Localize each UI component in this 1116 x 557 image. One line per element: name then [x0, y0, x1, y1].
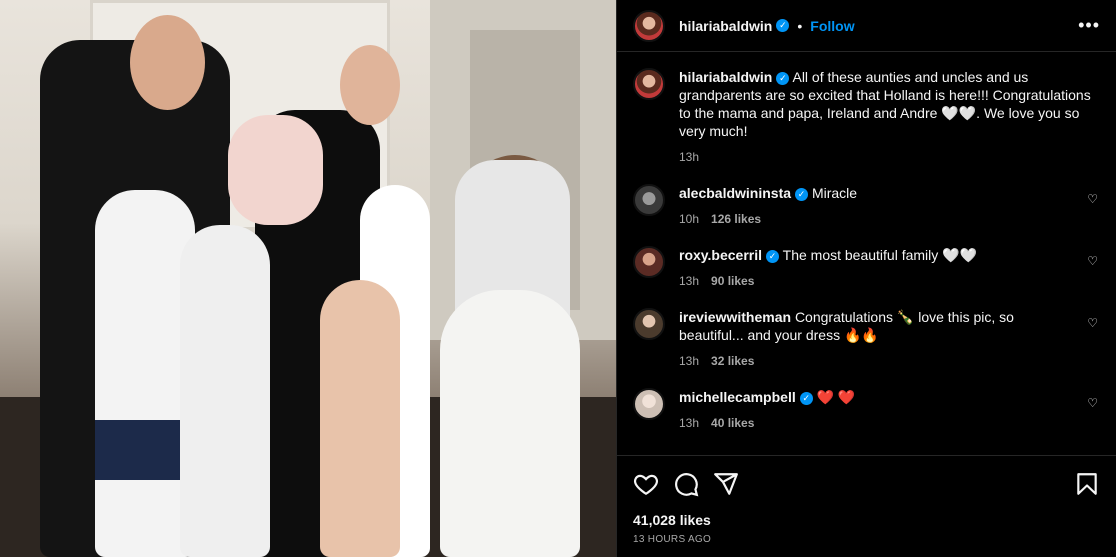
- comment-like-heart-icon[interactable]: ♡: [1087, 396, 1098, 410]
- post-sidebar: hilariabaldwin ✓ • Follow ••• hilariabal…: [616, 0, 1116, 557]
- comment-likes[interactable]: 40 likes: [711, 416, 754, 430]
- photo-figure-boy-1-shorts: [95, 420, 190, 480]
- comment-body: alecbaldwininsta ✓ Miracle 10h 126 likes: [679, 184, 1100, 228]
- comment-meta: 13h 90 likes: [679, 272, 1070, 290]
- comment-likes[interactable]: 32 likes: [711, 354, 754, 368]
- comment-time: 13h: [679, 274, 700, 288]
- caption-avatar[interactable]: [633, 68, 665, 100]
- instagram-post: hilariabaldwin ✓ • Follow ••• hilariabal…: [0, 0, 1116, 557]
- avatar[interactable]: [633, 9, 665, 42]
- comment-body: roxy.becerril ✓ The most beautiful family…: [679, 246, 1100, 290]
- separator-dot: •: [797, 17, 803, 34]
- verified-icon: ✓: [766, 249, 780, 263]
- comment-likes[interactable]: 90 likes: [711, 274, 754, 288]
- comment-avatar[interactable]: [633, 246, 665, 278]
- comment-avatar[interactable]: [633, 308, 665, 340]
- more-options-icon[interactable]: •••: [1078, 15, 1100, 36]
- comment-body: michellecampbell ✓ ❤️ ❤️ 13h 40 likes: [679, 388, 1100, 432]
- verified-icon: ✓: [776, 19, 790, 32]
- author-username[interactable]: hilariabaldwin: [679, 18, 772, 34]
- comment-item: ireviewwitheman Congratulations 🍾 love t…: [633, 308, 1100, 370]
- verified-icon: ✓: [799, 391, 813, 405]
- comment-username[interactable]: michellecampbell: [679, 389, 796, 405]
- comment-item: michellecampbell ✓ ❤️ ❤️ 13h 40 likes ♡: [633, 388, 1100, 432]
- caption-body: hilariabaldwin ✓ All of these aunties and…: [679, 68, 1100, 166]
- photo-figure-toddler: [320, 280, 400, 557]
- like-heart-icon[interactable]: [633, 471, 659, 497]
- verified-icon: ✓: [776, 71, 790, 85]
- photo-figure-boy-2: [180, 225, 270, 557]
- comment-body: ireviewwitheman Congratulations 🍾 love t…: [679, 308, 1100, 370]
- comment-likes[interactable]: 126 likes: [711, 212, 761, 226]
- bookmark-icon[interactable]: [1074, 471, 1100, 497]
- caption-time: 13h: [679, 150, 700, 164]
- comment-item: roxy.becerril ✓ The most beautiful family…: [633, 246, 1100, 290]
- comment-avatar[interactable]: [633, 184, 665, 216]
- photo-figure-baby: [228, 115, 323, 225]
- comment-time: 13h: [679, 416, 700, 430]
- follow-button[interactable]: Follow: [810, 18, 854, 34]
- comment-avatar[interactable]: [633, 388, 665, 420]
- comment-text: The most beautiful family 🤍🤍: [782, 247, 978, 263]
- caption-username[interactable]: hilariabaldwin: [679, 69, 772, 85]
- verified-icon: ✓: [795, 187, 809, 201]
- comment-like-heart-icon[interactable]: ♡: [1087, 192, 1098, 206]
- comment-like-heart-icon[interactable]: ♡: [1087, 316, 1098, 330]
- post-header: hilariabaldwin ✓ • Follow •••: [617, 0, 1116, 52]
- comments-section[interactable]: hilariabaldwin ✓ All of these aunties and…: [617, 52, 1116, 455]
- comment-bubble-icon[interactable]: [673, 471, 699, 497]
- comment-meta: 13h 32 likes: [679, 352, 1070, 370]
- comment-meta: 13h 40 likes: [679, 414, 1070, 432]
- comment-time: 13h: [679, 354, 700, 368]
- comment-like-heart-icon[interactable]: ♡: [1087, 254, 1098, 268]
- comment-text: Miracle: [811, 185, 858, 201]
- comment-text: ❤️ ❤️: [816, 389, 856, 405]
- comment-time: 10h: [679, 212, 700, 226]
- comment-username[interactable]: alecbaldwininsta: [679, 185, 791, 201]
- caption: hilariabaldwin ✓ All of these aunties and…: [633, 68, 1100, 166]
- comment-item: alecbaldwininsta ✓ Miracle 10h 126 likes ♡: [633, 184, 1100, 228]
- comment-meta: 10h 126 likes: [679, 210, 1070, 228]
- photo-figure-woman-head: [340, 45, 400, 125]
- post-footer: 41,028 likes 13 HOURS AGO: [617, 455, 1116, 557]
- action-bar: [633, 466, 1100, 502]
- comment-username[interactable]: ireviewwitheman: [679, 309, 791, 325]
- likes-count[interactable]: 41,028 likes: [633, 512, 1100, 528]
- photo-figure-towel-child: [440, 290, 580, 557]
- share-send-icon[interactable]: [713, 471, 739, 497]
- photo-figure-man-head: [130, 15, 205, 110]
- comment-username[interactable]: roxy.becerril: [679, 247, 762, 263]
- post-photo[interactable]: [0, 0, 616, 557]
- post-timestamp: 13 HOURS AGO: [633, 534, 712, 545]
